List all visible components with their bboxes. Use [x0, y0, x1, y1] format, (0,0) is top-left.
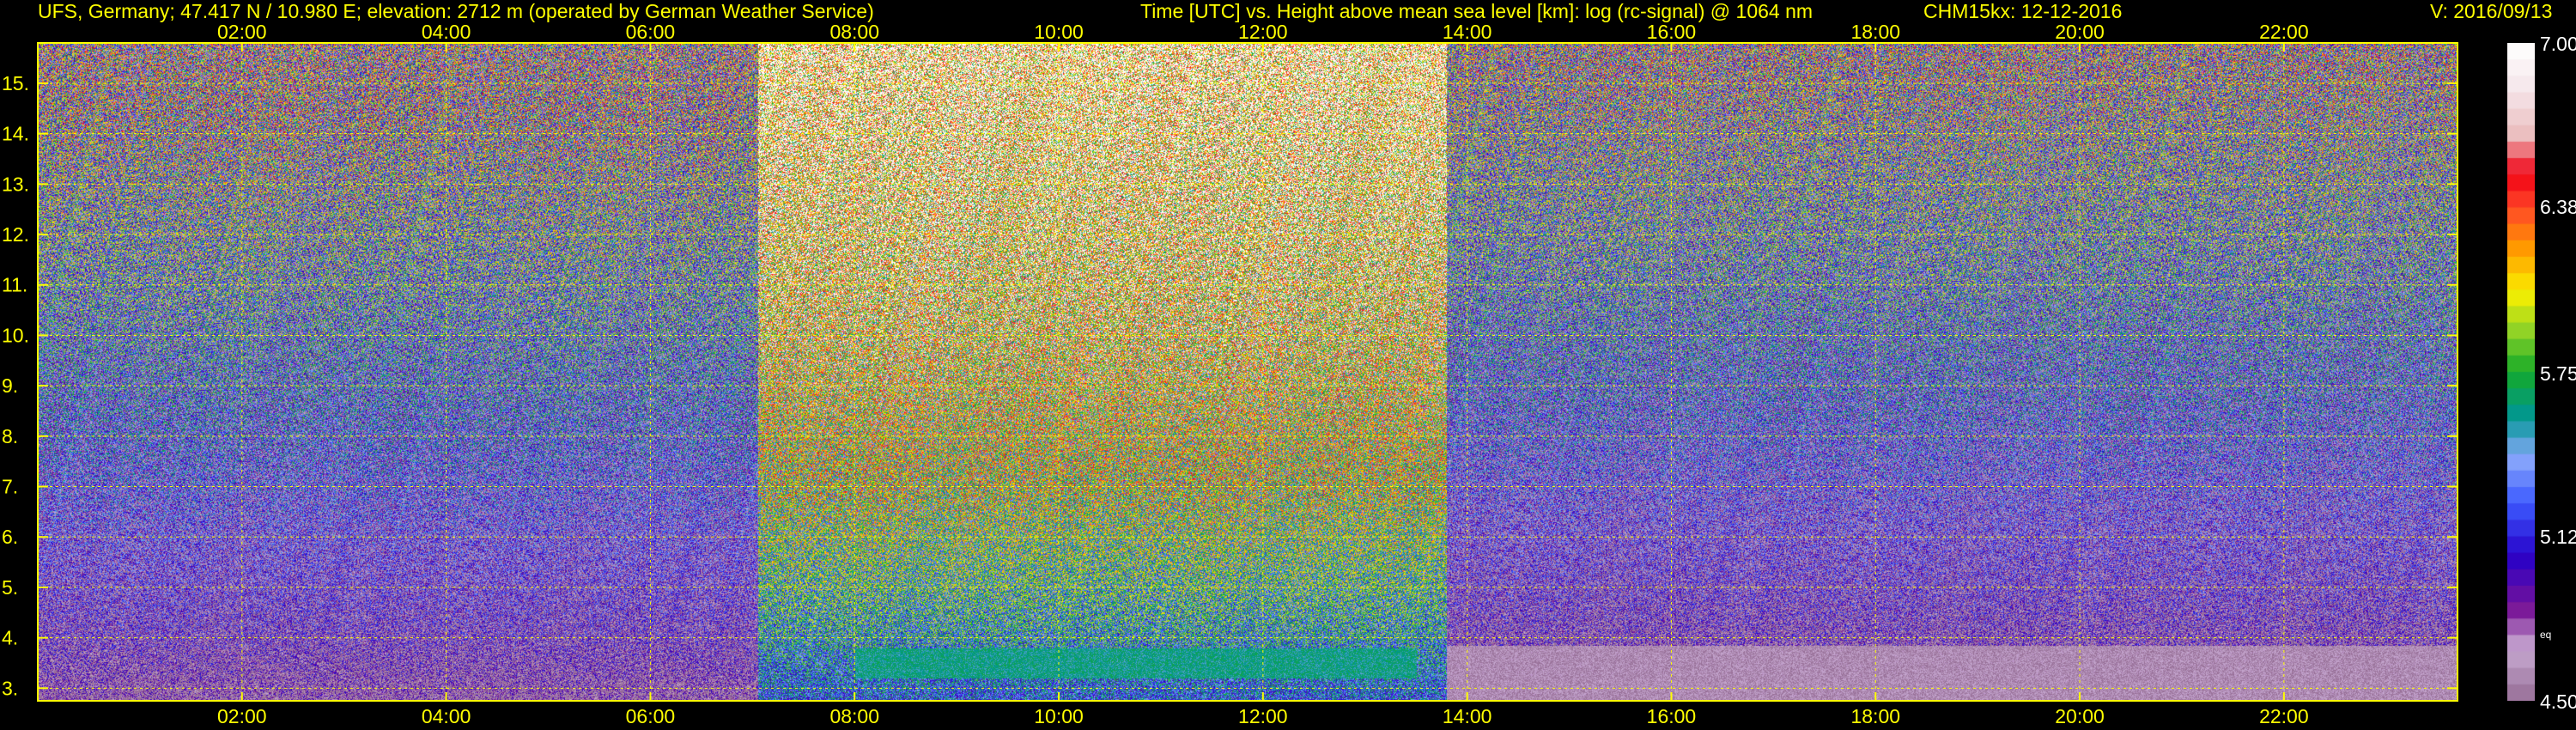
x-tick-label-bottom: 18:00 [1850, 705, 1900, 727]
colorbar-label-3: 5.75 [2540, 362, 2576, 385]
x-tick-label-bottom: 10:00 [1034, 705, 1084, 727]
y-tick-label: 9. [2, 374, 18, 397]
x-tick-label-top: 16:00 [1647, 21, 1697, 43]
ceilometer-figure: UFS, Germany; 47.417 N / 10.980 E; eleva… [0, 0, 2576, 730]
x-tick-label-top: 06:00 [626, 21, 676, 43]
x-tick-label-top: 18:00 [1850, 21, 1900, 43]
x-tick-label-top: 02:00 [217, 21, 267, 43]
x-tick-label-top: 20:00 [2055, 21, 2105, 43]
chart-axes: 02:00 02:00 04:00 04:00 06:00 06:00 08:00 08:00… [2, 21, 2458, 727]
x-tick-label-top: 10:00 [1034, 21, 1084, 43]
y-tick-label: 6. [2, 526, 18, 548]
x-tick-label-bottom: 22:00 [2259, 705, 2309, 727]
x-tick-label-bottom: 20:00 [2055, 705, 2105, 727]
colorbar-label-max: 7.00 [2540, 33, 2576, 55]
y-tick-label: 13. [2, 173, 29, 195]
plot-frame [37, 42, 2458, 702]
x-tick-label-bottom: 04:00 [422, 705, 471, 727]
colorbar-small-label: eq [2540, 629, 2552, 641]
x-tick-label-top: 12:00 [1238, 21, 1288, 43]
y-tick-label: 5. [2, 576, 18, 599]
x-tick-label-bottom: 02:00 [217, 705, 267, 727]
y-tick-label: 15. [2, 72, 29, 94]
colorbar-label-2: 6.38 [2540, 196, 2576, 218]
x-tick-label-bottom: 14:00 [1443, 705, 1492, 727]
x-tick-label-bottom: 12:00 [1238, 705, 1288, 727]
colorbar [2507, 43, 2535, 701]
x-tick-label-bottom: 16:00 [1647, 705, 1697, 727]
x-tick-label-top: 08:00 [829, 21, 879, 43]
x-tick-label-bottom: 06:00 [626, 705, 676, 727]
colorbar-label-4: 5.12 [2540, 526, 2576, 548]
y-tick-label: 8. [2, 425, 18, 447]
x-tick-label-bottom: 08:00 [829, 705, 879, 727]
y-tick-label: 14. [2, 123, 29, 145]
x-tick-label-top: 04:00 [422, 21, 471, 43]
y-tick-label: 4. [2, 627, 18, 649]
x-tick-label-top: 22:00 [2259, 21, 2309, 43]
y-tick-label: 7. [2, 476, 18, 498]
y-tick-label: 10. [2, 324, 29, 346]
y-tick-label: 3. [2, 677, 18, 699]
colorbar-label-min: 4.50 [2540, 690, 2576, 713]
x-tick-label-top: 14:00 [1443, 21, 1492, 43]
y-tick-label: 12. [2, 223, 29, 246]
y-tick-label: 11. [2, 274, 27, 296]
